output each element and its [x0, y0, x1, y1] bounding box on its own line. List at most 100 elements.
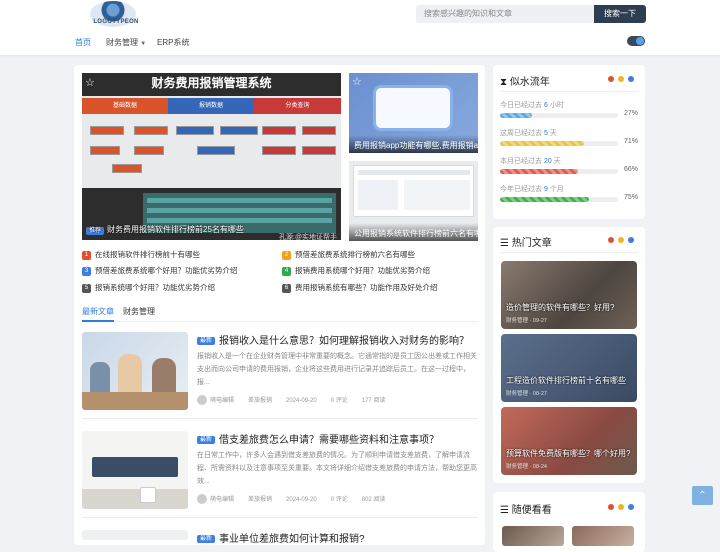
slide-box [176, 126, 214, 135]
article-comments: 0 评论 [330, 497, 348, 503]
headline-text: 报销费用系统哪个好用？功能优劣势介绍 [295, 266, 430, 275]
article-card[interactable]: 最新 借支差旅费怎么申请？需要哪些资料和注意事项？ 在日常工作中，许多人会遇到借支… [82, 431, 478, 511]
progress-bar [500, 169, 618, 174]
tab-latest[interactable]: 最新文章 [82, 306, 114, 317]
article-thumbnail[interactable] [82, 431, 188, 509]
theme-toggle[interactable] [627, 36, 645, 46]
hot-article-title: 工程造价软件排行榜前十名有哪些 [506, 376, 626, 385]
recommend-badge: 推荐 [86, 227, 105, 235]
hot-article-meta: 财务管理 · 09-27 [506, 318, 547, 324]
article-category[interactable]: 差旅报销 [248, 497, 272, 503]
headline-item[interactable]: 2 预借差旅费系统排行榜前六名有哪些 [282, 249, 415, 260]
rank-badge: 6 [282, 283, 291, 293]
article-thumbnail[interactable] [82, 530, 188, 540]
headline-item[interactable]: 6 费用报销系统有哪些？功能作用及好处介绍 [282, 282, 438, 293]
article-meta: 萌电编辑 差旅报销 2024-09-20 0 评论 177 阅读 [197, 395, 399, 406]
slide-box [90, 126, 124, 135]
headline-item[interactable]: 1 在线报销软件排行榜前十有哪些 [82, 249, 200, 260]
slide-side-2[interactable]: 公用报销系统软件排行榜前六名有哪些 [349, 161, 478, 241]
tab-finance[interactable]: 财务管理 [123, 306, 155, 317]
progress-bar [500, 113, 618, 118]
widget-title-text: 热门文章 [511, 238, 552, 249]
nav-finance[interactable]: 财务管理 ▼ [106, 37, 146, 48]
progress-day: 今日已经过去 6 小时 27% [500, 102, 638, 118]
software-screenshot [353, 165, 474, 217]
progress-bar [500, 141, 618, 146]
rank-badge: 3 [82, 266, 91, 276]
hot-article-title: 预算软件免费版有哪些？哪个好用? [506, 449, 631, 458]
hot-article[interactable]: 预算软件免费版有哪些？哪个好用? 财务管理 · 08-24 [501, 407, 637, 475]
headline-text: 预借差旅费系统排行榜前六名有哪些 [295, 250, 415, 259]
chevron-down-icon: ▼ [140, 41, 147, 47]
tab-divider [82, 321, 478, 322]
search-input[interactable]: 搜索感兴趣的知识和文章 [416, 5, 594, 23]
article-comments: 0 评论 [330, 398, 348, 404]
nav-erp[interactable]: ERP系统 [157, 37, 189, 48]
widget-hot-title: ☰ 热门文章 [500, 234, 552, 249]
rank-badge: 1 [82, 250, 91, 260]
progress-percent: 75% [623, 194, 638, 201]
article-title[interactable]: 最新 事业单位差旅费如何计算和报销? [197, 530, 365, 545]
hot-article[interactable]: 造价管理的软件有哪些？好用? 财务管理 · 09-27 [501, 261, 637, 329]
toggle-knob [636, 37, 644, 45]
article-date: 2024-09-20 [286, 398, 317, 404]
site-logo-text: LOGOTYPEON [93, 19, 139, 25]
article-title[interactable]: 最新 报销收入是什么意思？如何理解报销收入对财务的影响？ [197, 332, 469, 347]
headline-item[interactable]: 5 报销系统哪个好用？功能优劣势介绍 [82, 282, 215, 293]
progress-week: 这周已经过去 5 天 71% [500, 130, 638, 146]
article-date: 2024-09-20 [286, 497, 317, 503]
slide-side-2-caption: 公用报销系统软件排行榜前六名有哪些 [349, 223, 478, 241]
slide-side-1[interactable]: ☆ 费用报销app功能有哪些,费用报销app [349, 73, 478, 153]
widget-title-text: 似水流年 [509, 77, 550, 88]
headline-item[interactable]: 4 报销费用系统哪个好用？功能优劣势介绍 [282, 265, 430, 276]
category-badge: 最新 [197, 535, 216, 543]
rank-badge: 2 [282, 250, 291, 260]
slide-box [302, 146, 336, 155]
slide-side-1-caption: 费用报销app功能有哪些,费用报销app [349, 135, 478, 153]
slide-main-caption[interactable]: 推荐 财务费用报销软件排行榜前25名有哪些 [86, 224, 244, 235]
slide-main[interactable]: 财务费用报销管理系统 基础数据 报销数据 分类查询 ☆ 孔源:@实地证帮手 [82, 73, 341, 240]
random-thumbnail[interactable] [572, 526, 634, 546]
headline-text: 在线报销软件排行榜前十有哪些 [95, 250, 200, 259]
window-dots [604, 76, 634, 82]
article-category[interactable]: 差旅报销 [248, 398, 272, 404]
random-thumbnail[interactable] [502, 526, 564, 546]
widget-title-text: 随便看看 [511, 505, 552, 516]
author-name[interactable]: 萌电编辑 [210, 398, 234, 404]
search-button[interactable]: 搜索一下 [594, 5, 646, 23]
slide-tab-1: 基础数据 [82, 98, 168, 114]
list-icon: ☰ [500, 505, 509, 516]
article-card[interactable]: 最新 报销收入是什么意思？如何理解报销收入对财务的影响？ 报销收入是一个在企业财务… [82, 332, 478, 412]
progress-percent: 71% [623, 138, 638, 145]
hot-article-title: 造价管理的软件有哪些？好用? [506, 303, 615, 312]
progress-fill [500, 141, 584, 146]
article-card[interactable]: 最新 事业单位差旅费如何计算和报销? [82, 530, 478, 545]
article-excerpt: 在日常工作中，许多人会遇到借支差旅费的情况。为了顺利申请借支差旅费，了解申请流程… [197, 452, 477, 485]
article-title-text: 报销收入是什么意思？如何理解报销收入对财务的影响？ [219, 336, 470, 347]
top-header: LOGOTYPEON 搜索感兴趣的知识和文章 搜索一下 首页 财务管理 ▼ ER… [0, 0, 720, 55]
window-dots [604, 504, 634, 510]
slide-watermark: 孔源:@实地证帮手 [279, 234, 338, 240]
star-icon[interactable]: ☆ [352, 75, 362, 88]
widget-random-title: ☰ 随便看看 [500, 501, 552, 516]
article-thumbnail[interactable] [82, 332, 188, 410]
progress-fill [500, 113, 532, 118]
category-badge: 最新 [197, 337, 216, 345]
hot-article[interactable]: 工程造价软件排行榜前十名有哪些 财务管理 · 08-27 [501, 334, 637, 402]
author-name[interactable]: 萌电编辑 [210, 497, 234, 503]
article-meta: 萌电编辑 差旅报销 2024-09-20 0 评论 802 阅读 [197, 494, 399, 505]
slide-screen-title: 财务费用报销管理系统 [151, 76, 272, 90]
headline-item[interactable]: 3 预借差旅费系统哪个好用？功能优劣势介绍 [82, 265, 238, 276]
progress-fill [500, 197, 589, 202]
slide-tab-2: 报销数据 [168, 98, 254, 114]
headline-text: 预借差旅费系统哪个好用？功能优劣势介绍 [95, 266, 238, 275]
slide-box [197, 146, 235, 155]
progress-fill [500, 169, 578, 174]
back-to-top-button[interactable]: ⌃ [692, 486, 713, 505]
nav-finance-label: 财务管理 [106, 38, 138, 47]
star-icon[interactable]: ☆ [85, 76, 95, 89]
article-views: 802 阅读 [361, 497, 386, 503]
article-title[interactable]: 最新 借支差旅费怎么申请？需要哪些资料和注意事项？ [197, 431, 439, 446]
nav-home[interactable]: 首页 [75, 37, 91, 48]
slide-screenshot: 基础数据 报销数据 分类查询 [82, 96, 341, 188]
